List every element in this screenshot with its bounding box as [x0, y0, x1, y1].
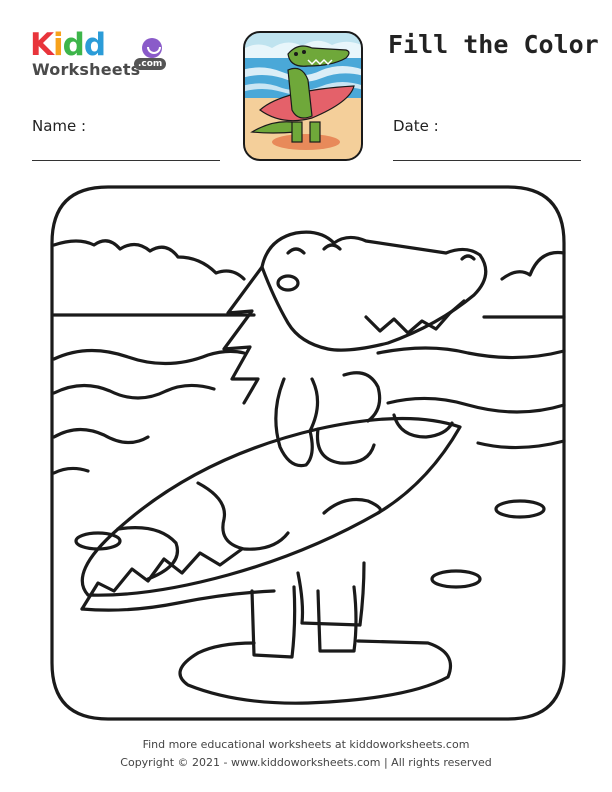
wave-3-right [476, 439, 566, 450]
crocodile-right-eye [322, 243, 342, 251]
crocodile-arm [274, 377, 320, 468]
logo-wordmark: Kidd [30, 27, 106, 63]
crocodile-arm-right [342, 371, 382, 423]
wave-1-right [376, 346, 566, 360]
smiley-face-icon [142, 38, 162, 58]
sand-pebble-right [430, 569, 482, 589]
surfboard-pattern-3 [315, 427, 376, 465]
surfboard-pattern-1 [116, 526, 179, 581]
footer-copyright: Copyright © 2021 - www.kiddoworksheets.c… [120, 756, 492, 769]
cloud-left [52, 239, 246, 281]
crocodile-right-leg [316, 585, 358, 653]
crocodile-left-eye [286, 247, 306, 255]
logo-com-badge: .com [134, 58, 167, 70]
logo-worksheets-text: Worksheets [32, 60, 141, 79]
logo-letter-k: K [30, 27, 54, 63]
name-label: Name : [32, 117, 87, 135]
name-field-line[interactable] [32, 160, 220, 161]
crocodile-coloring-outline [50, 185, 566, 721]
ground-shadow-left [196, 641, 256, 655]
surfboard-pattern-2 [196, 481, 290, 551]
ground-shadow [178, 639, 453, 705]
surfboard-outline [80, 416, 462, 597]
color-reference-thumbnail [243, 31, 363, 161]
picture-frame [50, 185, 566, 721]
page-title: Fill the Color [388, 30, 599, 59]
wave-2 [52, 383, 216, 400]
wave-1 [52, 348, 246, 366]
crocodile-mouth [364, 299, 466, 335]
crocodile-nostril [460, 254, 476, 261]
kiddo-worksheets-logo: Kidd Worksheets .com [30, 27, 167, 83]
date-label: Date : [393, 117, 439, 135]
footer-promo: Find more educational worksheets at kidd… [142, 738, 470, 751]
wave-3 [52, 427, 150, 445]
cloud-right [500, 250, 566, 281]
crocodile-left-leg [250, 585, 297, 659]
logo-letter-d1: d [62, 27, 85, 63]
crocodile-back-spikes [222, 265, 264, 405]
wave-2-right [386, 396, 566, 414]
surfboard-pattern-5 [322, 497, 382, 515]
crocodile-cheek [276, 274, 300, 292]
sand-pebble-top-right [494, 499, 546, 519]
logo-letter-d2: d [83, 27, 106, 63]
logo-letter-i: i [53, 27, 64, 63]
date-field-line[interactable] [393, 160, 581, 161]
wave-4 [52, 466, 90, 475]
